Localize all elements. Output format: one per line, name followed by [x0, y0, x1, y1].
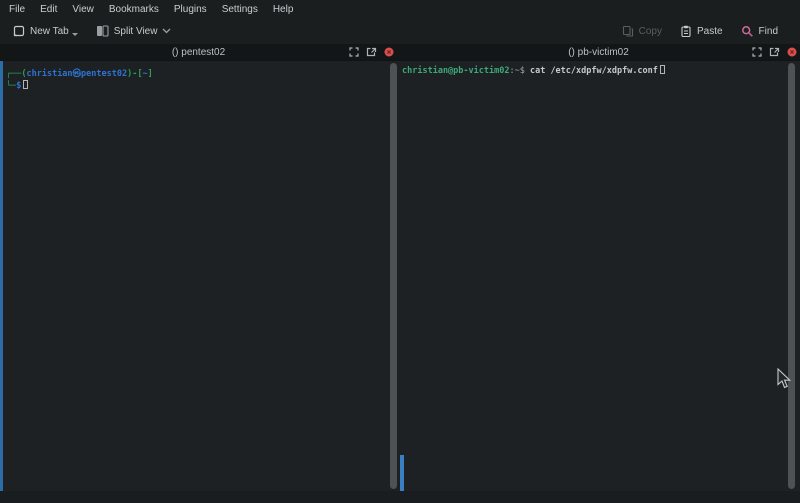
new-tab-dropdown-caret[interactable]: [72, 33, 78, 36]
window-bottom-edge: [0, 491, 800, 503]
paste-label: Paste: [697, 26, 723, 37]
prompt-frame: ┌──(: [6, 69, 26, 79]
split-container: ┌──(christian㉿pentest02)-[~] └─$ christi…: [0, 61, 800, 491]
paste-button[interactable]: Paste: [676, 22, 727, 40]
find-icon: [741, 25, 754, 38]
typed-command: cat /etc/xdpfw/xdpfw.conf: [530, 66, 658, 76]
menu-help[interactable]: Help: [268, 2, 299, 17]
prompt-line-2: └─$: [6, 80, 390, 92]
menu-view[interactable]: View: [67, 2, 99, 17]
split-view-icon: [96, 25, 109, 37]
menu-plugins[interactable]: Plugins: [169, 2, 212, 17]
copy-label: Copy: [639, 26, 662, 37]
maximize-split-icon[interactable]: [752, 47, 762, 57]
chevron-down-icon: [162, 28, 171, 34]
terminal-pane-pentest02[interactable]: ┌──(christian㉿pentest02)-[~] └─$: [0, 61, 390, 491]
split-title-left: () pentest02: [0, 47, 397, 58]
prompt-frame: └─: [6, 81, 16, 91]
new-tab-button[interactable]: New Tab: [8, 22, 82, 40]
copy-button[interactable]: Copy: [618, 22, 666, 40]
menu-edit[interactable]: Edit: [35, 2, 62, 17]
menu-bar: File Edit View Bookmarks Plugins Setting…: [0, 0, 800, 18]
split-view-label: Split View: [114, 26, 158, 37]
menu-file[interactable]: File: [4, 2, 30, 17]
menu-settings[interactable]: Settings: [217, 2, 263, 17]
new-tab-label: New Tab: [30, 26, 69, 37]
split-header-pentest02[interactable]: () pentest02: [0, 44, 397, 60]
terminal-cursor: [660, 65, 665, 74]
prompt-line-1: ┌──(christian㉿pentest02)-[~]: [6, 69, 390, 80]
terminal-cursor: [23, 80, 28, 89]
terminal-output-right: christian@pb-victim02:~$ cat /etc/xdpfw/…: [397, 61, 800, 77]
detach-split-icon[interactable]: [769, 47, 780, 57]
split-title-right: () pb-victim02: [397, 47, 800, 58]
maximize-split-icon[interactable]: [349, 47, 359, 57]
prompt-line: christian@pb-victim02:~$ cat /etc/xdpfw/…: [402, 65, 800, 77]
detach-split-icon[interactable]: [366, 47, 377, 57]
split-view-button[interactable]: Split View: [92, 22, 176, 40]
prompt-dollar: $: [16, 81, 21, 91]
konsole-window: File Edit View Bookmarks Plugins Setting…: [0, 0, 800, 503]
paste-icon: [680, 25, 692, 37]
prompt-user-host: christian㉿pentest02: [26, 69, 127, 79]
prompt-frame: )-[: [127, 69, 142, 79]
toolbar: New Tab Split View Copy: [0, 18, 800, 44]
prompt-dollar: $: [520, 66, 530, 76]
terminal-pane-pb-victim02[interactable]: christian@pb-victim02:~$ cat /etc/xdpfw/…: [397, 61, 800, 491]
prompt-user-host: christian@pb-victim02: [402, 66, 509, 76]
find-button[interactable]: Find: [737, 22, 782, 41]
copy-icon: [622, 25, 634, 37]
scrollbar-thumb[interactable]: [390, 63, 397, 489]
menu-bookmarks[interactable]: Bookmarks: [104, 2, 164, 17]
prompt-frame: ]: [148, 69, 153, 79]
left-pane-scrollbar[interactable]: [390, 61, 397, 491]
terminal-output-left: ┌──(christian㉿pentest02)-[~] └─$: [0, 61, 390, 91]
scroll-highlight-bar: [400, 455, 404, 491]
split-header-bar: () pentest02 () pb-victim02: [0, 44, 800, 61]
find-label: Find: [759, 26, 778, 37]
right-pane-scrollbar[interactable]: [788, 63, 795, 489]
close-split-icon[interactable]: [787, 47, 797, 57]
split-header-pb-victim02[interactable]: () pb-victim02: [397, 44, 800, 60]
close-split-icon[interactable]: [384, 47, 394, 57]
new-tab-icon: [12, 25, 25, 37]
scroll-highlight-bar: [0, 61, 3, 491]
mouse-pointer: [777, 368, 792, 389]
